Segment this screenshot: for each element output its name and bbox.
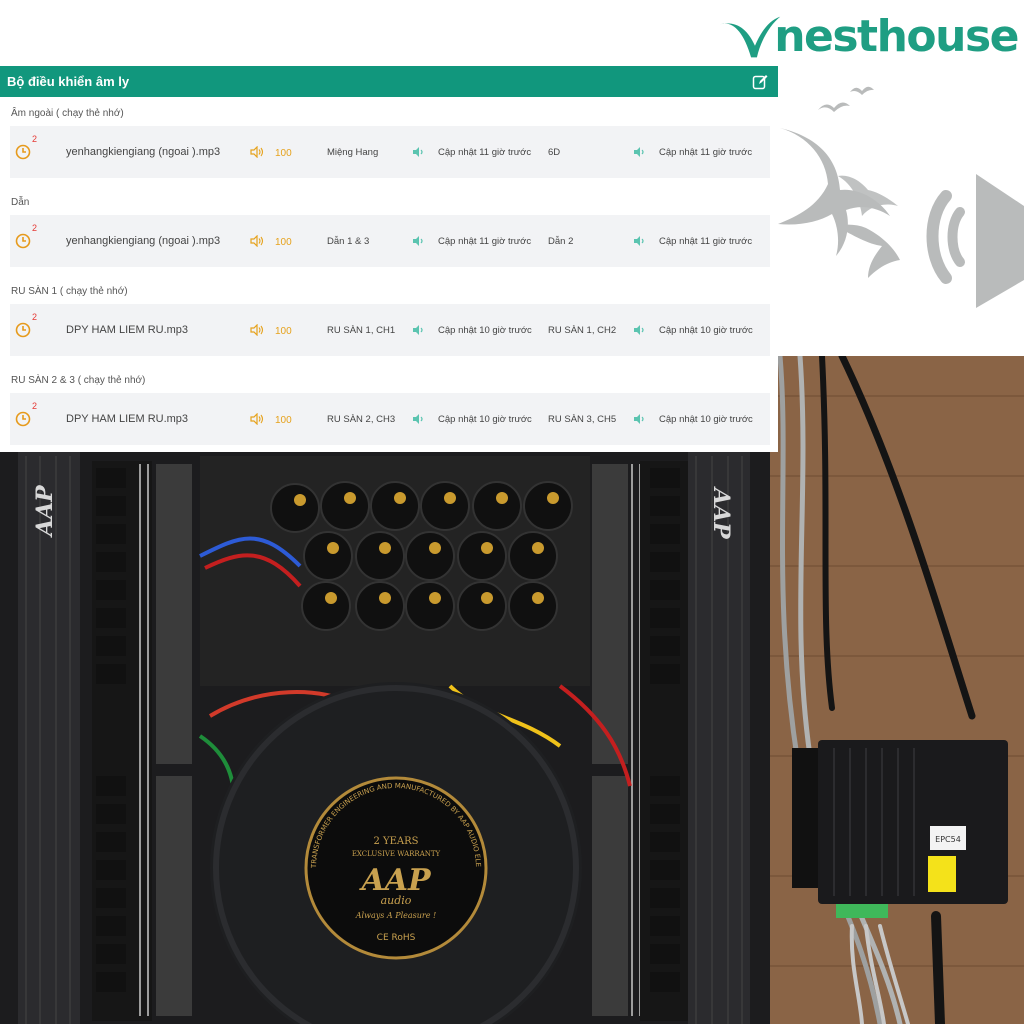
- schedule-count-badge: 2: [32, 134, 38, 144]
- volume-value: 100: [275, 415, 292, 426]
- channel-row[interactable]: 2 DPY HAM LIEM RU.mp3 100 RU SÀN 2, CH3 …: [10, 393, 770, 445]
- volume-icon[interactable]: [250, 324, 264, 336]
- brand-wordmark: nesthouse: [774, 11, 1019, 62]
- toroid-sub: audio: [381, 894, 412, 907]
- volume-value: 100: [275, 326, 292, 337]
- zone-name: Dẫn 2: [548, 236, 574, 247]
- channel-row[interactable]: 2 DPY HAM LIEM RU.mp3 100 RU SÀN 1, CH1 …: [10, 304, 770, 356]
- schedule-count-badge: 2: [32, 312, 38, 322]
- track-name[interactable]: DPY HAM LIEM RU.mp3: [66, 413, 188, 425]
- speaker-icon: [634, 147, 644, 157]
- zone-name: RU SÀN 1, CH1: [327, 325, 396, 336]
- channel-row[interactable]: 2 yenhangkiengiang (ngoai ).mp3 100 Miện…: [10, 126, 770, 178]
- panel-header: Bộ điều khiển âm ly: [0, 66, 778, 97]
- update-time: Cập nhật 11 giờ trước: [659, 236, 753, 247]
- brand-logo: nesthouse: [718, 8, 1019, 66]
- clock-icon[interactable]: [15, 233, 31, 249]
- track-name[interactable]: DPY HAM LIEM RU.mp3: [66, 324, 188, 336]
- toroid-warranty: EXCLUSIVE WARRANTY: [352, 850, 441, 858]
- toroid-slogan: Always A Pleasure !: [355, 911, 436, 920]
- volume-icon[interactable]: [250, 413, 264, 425]
- clock-icon[interactable]: [15, 322, 31, 338]
- schedule-count-badge: 2: [32, 223, 38, 233]
- zone-name: Dẫn 1 & 3: [327, 236, 370, 247]
- update-time: Cập nhật 11 giờ trước: [438, 236, 532, 247]
- speaker-icon: [413, 325, 423, 335]
- toroid-brand: AAP: [358, 863, 432, 898]
- volume-value: 100: [275, 148, 292, 159]
- update-time: Cập nhật 11 giờ trước: [659, 147, 753, 158]
- update-time: Cập nhật 10 giờ trước: [438, 414, 532, 425]
- speaker-icon: [634, 325, 644, 335]
- amplifier-controller-panel: Bộ điều khiển âm ly Âm ngoài ( chạy thẻ …: [0, 66, 778, 452]
- speaker-icon: [413, 147, 423, 157]
- group-label: Dẫn: [11, 197, 30, 208]
- speaker-icon: [634, 414, 644, 424]
- speaker-icon: [413, 236, 423, 246]
- speaker-icon: [413, 414, 423, 424]
- zone-name: 6D: [548, 147, 561, 158]
- update-time: Cập nhật 11 giờ trước: [438, 147, 532, 158]
- clock-icon[interactable]: [15, 144, 31, 160]
- nesthouse-logo-mark: [719, 16, 781, 58]
- zone-name: RU SÀN 1, CH2: [548, 325, 617, 336]
- schedule-count-badge: 2: [32, 401, 38, 411]
- zone-name: RU SÀN 2, CH3: [327, 414, 396, 425]
- update-time: Cập nhật 10 giờ trước: [659, 325, 753, 336]
- toroid-years: 2 YEARS: [373, 836, 418, 847]
- track-name[interactable]: yenhangkiengiang (ngoai ).mp3: [66, 235, 220, 247]
- group-label: RU SÀN 2 & 3 ( chạy thẻ nhớ): [11, 375, 146, 386]
- edit-icon[interactable]: [752, 74, 768, 90]
- channel-row[interactable]: 2 yenhangkiengiang (ngoai ).mp3 100 Dẫn …: [10, 215, 770, 267]
- volume-value: 100: [275, 237, 292, 248]
- update-time: Cập nhật 10 giờ trước: [659, 414, 753, 425]
- zone-name: Miệng Hang: [327, 147, 379, 158]
- group-label: RU SÀN 1 ( chạy thẻ nhớ): [11, 286, 128, 297]
- track-name[interactable]: yenhangkiengiang (ngoai ).mp3: [66, 146, 220, 158]
- clock-icon[interactable]: [15, 411, 31, 427]
- toroid-marks: CE RoHS: [377, 933, 416, 943]
- volume-icon[interactable]: [250, 235, 264, 247]
- chassis-brand-left: AAP: [32, 484, 58, 538]
- panel-title: Bộ điều khiển âm ly: [7, 74, 130, 89]
- zone-name: RU SÀN 3, CH5: [548, 414, 617, 425]
- volume-icon[interactable]: [250, 146, 264, 158]
- swallow-sound-illustration: [778, 86, 1024, 308]
- speaker-icon: [634, 236, 644, 246]
- device-label: EPC54: [935, 835, 961, 844]
- amplifier-photo: 2 YEARS EXCLUSIVE WARRANTY AAP audio Alw…: [0, 356, 1024, 1024]
- chassis-brand-right: AAP: [708, 486, 734, 540]
- update-time: Cập nhật 10 giờ trước: [438, 325, 532, 336]
- group-label: Âm ngoài ( chạy thẻ nhớ): [11, 108, 124, 119]
